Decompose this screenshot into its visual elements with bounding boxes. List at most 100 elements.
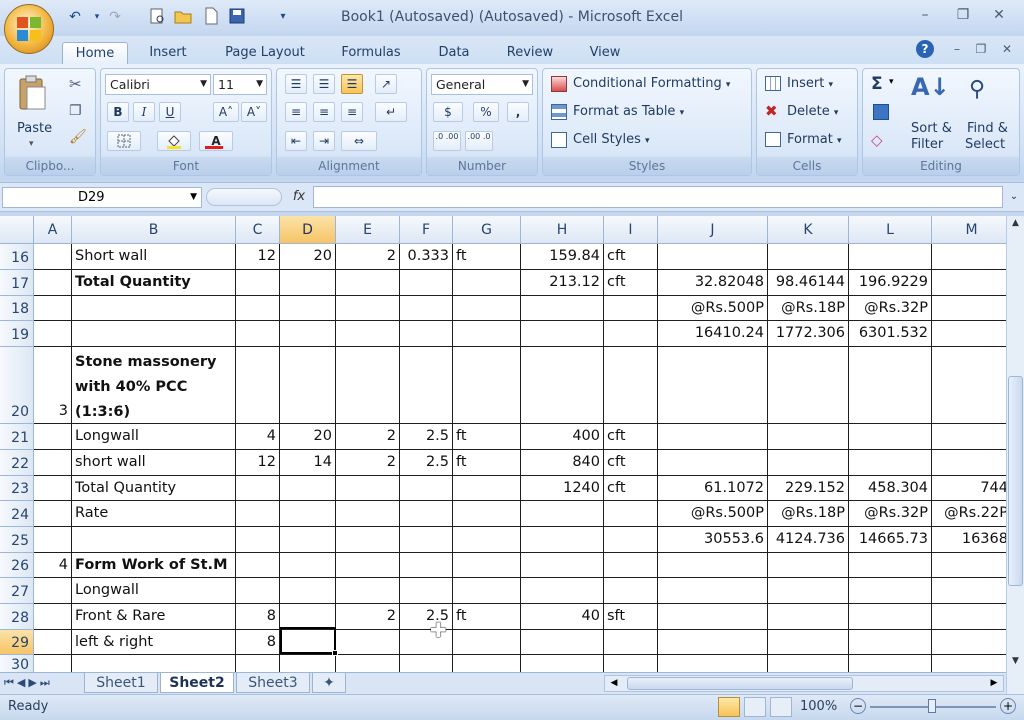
column-header-g[interactable]: G bbox=[453, 216, 521, 244]
help-icon[interactable]: ? bbox=[916, 40, 934, 58]
row-header-28[interactable]: 28 bbox=[0, 604, 34, 630]
row-header-23[interactable]: 23 bbox=[0, 476, 34, 501]
cell-c28[interactable]: 8 bbox=[236, 604, 280, 630]
cell-a16[interactable] bbox=[34, 244, 72, 270]
cell-l25[interactable]: 14665.73 bbox=[849, 527, 932, 553]
cell-m23[interactable]: 744 bbox=[932, 476, 1012, 501]
cell-d26[interactable] bbox=[280, 553, 336, 578]
cell-e29[interactable] bbox=[336, 630, 400, 655]
cell-m29[interactable] bbox=[932, 630, 1012, 655]
row-header-29[interactable]: 29 bbox=[0, 630, 34, 655]
font-color-button[interactable]: A bbox=[199, 131, 233, 151]
cell-h26[interactable] bbox=[521, 553, 604, 578]
cell-i29[interactable] bbox=[604, 630, 658, 655]
name-box[interactable]: D29 ▼ bbox=[2, 187, 202, 208]
cell-j26[interactable] bbox=[658, 553, 768, 578]
align-middle-icon[interactable]: ☰ bbox=[313, 74, 335, 94]
cell-a29[interactable] bbox=[34, 630, 72, 655]
formula-input[interactable] bbox=[313, 186, 1003, 208]
cell-g25[interactable] bbox=[453, 527, 521, 553]
cell-g18[interactable] bbox=[453, 296, 521, 321]
cell-g19[interactable] bbox=[453, 321, 521, 347]
scroll-right-icon[interactable]: ▶ bbox=[987, 676, 1001, 691]
formula-bar-divider[interactable] bbox=[206, 188, 282, 206]
cell-k17[interactable]: 98.46144 bbox=[768, 270, 849, 296]
column-header-d[interactable]: D bbox=[280, 216, 336, 244]
cell-k23[interactable]: 229.152 bbox=[768, 476, 849, 501]
row-header-22[interactable]: 22 bbox=[0, 450, 34, 476]
shrink-font-button[interactable]: A˅ bbox=[241, 102, 267, 122]
column-header-f[interactable]: F bbox=[400, 216, 453, 244]
row-header-24[interactable]: 24 bbox=[0, 501, 34, 527]
increase-indent-icon[interactable]: ⇥ bbox=[313, 131, 335, 151]
cell-m18[interactable] bbox=[932, 296, 1012, 321]
cell-a18[interactable] bbox=[34, 296, 72, 321]
cell-l22[interactable] bbox=[849, 450, 932, 476]
office-button[interactable] bbox=[4, 4, 54, 54]
page-layout-view-icon[interactable] bbox=[744, 697, 766, 717]
cell-m20[interactable] bbox=[932, 347, 1012, 424]
cell-a19[interactable] bbox=[34, 321, 72, 347]
scroll-down-icon[interactable]: ▼ bbox=[1008, 656, 1023, 672]
vertical-scrollbar[interactable]: ▲ ▼ bbox=[1006, 216, 1024, 694]
clear-icon[interactable]: ◇ bbox=[871, 131, 883, 149]
cell-m27[interactable] bbox=[932, 578, 1012, 604]
paste-label[interactable]: Paste bbox=[17, 119, 52, 139]
cell-b26[interactable]: Form Work of St.M bbox=[72, 553, 236, 578]
comma-button[interactable]: , bbox=[507, 102, 529, 122]
align-right-icon[interactable]: ≡ bbox=[341, 102, 363, 122]
cell-l28[interactable] bbox=[849, 604, 932, 630]
insert-function-button[interactable]: fx bbox=[286, 186, 312, 208]
cell-f23[interactable] bbox=[400, 476, 453, 501]
sheet-tab-1[interactable]: Sheet1 bbox=[84, 673, 158, 693]
cell-e23[interactable] bbox=[336, 476, 400, 501]
cell-j29[interactable] bbox=[658, 630, 768, 655]
row-header-16[interactable]: 16 bbox=[0, 244, 34, 270]
fill-handle[interactable] bbox=[332, 650, 338, 656]
tab-view[interactable]: View bbox=[580, 42, 630, 64]
tab-insert[interactable]: Insert bbox=[138, 42, 198, 64]
cell-a22[interactable] bbox=[34, 450, 72, 476]
column-header-h[interactable]: H bbox=[521, 216, 604, 244]
align-bottom-icon[interactable]: ☰ bbox=[341, 74, 363, 94]
sheet-tab-3[interactable]: Sheet3 bbox=[236, 673, 310, 693]
row-header-20[interactable]: 20 bbox=[0, 347, 34, 424]
row-header-25[interactable]: 25 bbox=[0, 527, 34, 553]
sort-filter-label-line2[interactable]: Filter bbox=[911, 135, 943, 155]
column-header-l[interactable]: L bbox=[849, 216, 932, 244]
cell-f24[interactable] bbox=[400, 501, 453, 527]
cell-i20[interactable] bbox=[604, 347, 658, 424]
cell-c18[interactable] bbox=[236, 296, 280, 321]
increase-decimal-button[interactable]: .0 .00 bbox=[433, 131, 461, 151]
merge-center-icon[interactable]: ⇔ bbox=[341, 131, 377, 151]
cell-g17[interactable] bbox=[453, 270, 521, 296]
cell-a23[interactable] bbox=[34, 476, 72, 501]
bold-button[interactable]: B bbox=[107, 102, 129, 122]
cell-l16[interactable] bbox=[849, 244, 932, 270]
cell-j22[interactable] bbox=[658, 450, 768, 476]
cell-i19[interactable] bbox=[604, 321, 658, 347]
cell-b16[interactable]: Short wall bbox=[72, 244, 236, 270]
cell-k22[interactable] bbox=[768, 450, 849, 476]
cell-k28[interactable] bbox=[768, 604, 849, 630]
cell-b27[interactable]: Longwall bbox=[72, 578, 236, 604]
cell-i23[interactable]: cft bbox=[604, 476, 658, 501]
font-size-combo[interactable]: 11 ▼ bbox=[213, 74, 267, 95]
tab-page-layout[interactable]: Page Layout bbox=[214, 42, 316, 64]
cell-m21[interactable] bbox=[932, 424, 1012, 450]
cell-i17[interactable]: cft bbox=[604, 270, 658, 296]
cell-k25[interactable]: 4124.736 bbox=[768, 527, 849, 553]
cell-h22[interactable]: 840 bbox=[521, 450, 604, 476]
orientation-icon[interactable]: ↗ bbox=[375, 74, 397, 94]
cell-e26[interactable] bbox=[336, 553, 400, 578]
cell-h27[interactable] bbox=[521, 578, 604, 604]
cell-f16[interactable]: 0.333 bbox=[400, 244, 453, 270]
cell-d24[interactable] bbox=[280, 501, 336, 527]
cell-h28[interactable]: 40 bbox=[521, 604, 604, 630]
cell-a25[interactable] bbox=[34, 527, 72, 553]
cell-e24[interactable] bbox=[336, 501, 400, 527]
cell-c22[interactable]: 12 bbox=[236, 450, 280, 476]
cell-i28[interactable]: sft bbox=[604, 604, 658, 630]
cell-f27[interactable] bbox=[400, 578, 453, 604]
cell-m25[interactable]: 16368 bbox=[932, 527, 1012, 553]
